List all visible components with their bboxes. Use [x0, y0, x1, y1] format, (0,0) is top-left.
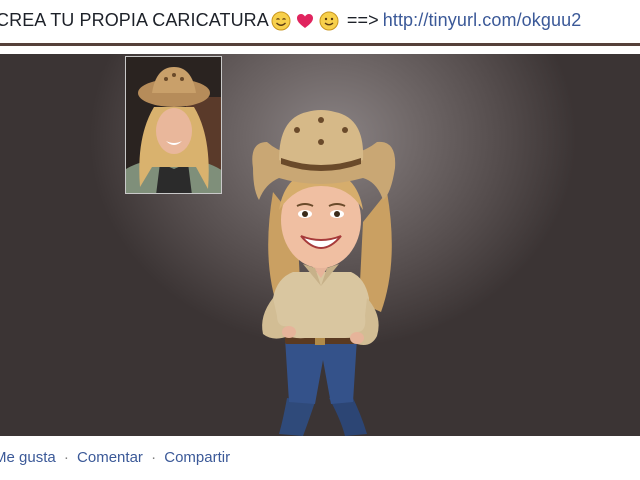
- smiling-face-icon: [271, 11, 291, 30]
- heart-icon: [296, 13, 313, 28]
- comment-link[interactable]: Comentar: [77, 449, 143, 466]
- post-header: CREA TU PROPIA CARICATURA ==> http://tin…: [0, 0, 640, 46]
- reference-photo: [125, 56, 222, 194]
- post-message: CREA TU PROPIA CARICATURA ==> http://tin…: [0, 10, 581, 31]
- action-separator: ·: [63, 449, 69, 466]
- caricature-illustration: [252, 110, 396, 436]
- like-link[interactable]: Me gusta: [0, 449, 56, 466]
- action-separator: ·: [151, 449, 157, 466]
- post-link[interactable]: http://tinyurl.com/okguu2: [383, 10, 582, 31]
- post-actions: Me gusta · Comentar · Compartir: [0, 449, 230, 466]
- post-message-text: CREA TU PROPIA CARICATURA: [0, 10, 269, 30]
- post-photo[interactable]: [0, 54, 640, 436]
- arrow-text: ==>: [346, 10, 379, 30]
- smiling-face-icon: [319, 11, 339, 30]
- share-link[interactable]: Compartir: [164, 449, 230, 466]
